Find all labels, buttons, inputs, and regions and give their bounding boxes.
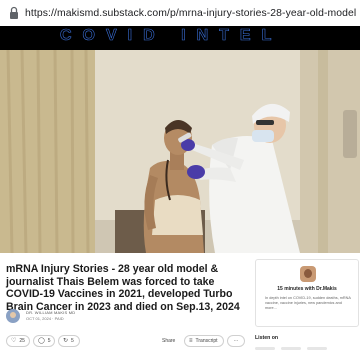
transcript-label: Transcript <box>195 338 218 344</box>
listen-platforms <box>255 346 357 351</box>
brand-banner: COVID INTEL <box>0 26 360 50</box>
podcast-description: In depth intel on COVID-19, sudden death… <box>265 296 351 311</box>
transcript-icon: ≡ <box>189 338 193 344</box>
video-frame <box>0 50 360 253</box>
comment-icon: ◯ <box>38 338 45 344</box>
post-content: mRNA Injury Stories - 28 year old model … <box>0 253 360 353</box>
video-player[interactable] <box>0 50 360 253</box>
podcast-card[interactable]: 15 minutes with Dr.Makis In depth intel … <box>255 259 359 327</box>
more-icon: ··· <box>233 338 239 344</box>
author-name[interactable]: DR. WILLIAM MAKIS MD <box>26 310 75 315</box>
post-title[interactable]: mRNA Injury Stories - 28 year old model … <box>6 263 244 314</box>
comment-button[interactable]: ◯ 5 <box>33 335 55 347</box>
restack-count: 5 <box>71 338 74 344</box>
author-row: DR. WILLIAM MAKIS MD OCT 01, 2024 · PAID <box>6 309 246 325</box>
listen-on-label: Listen on <box>255 335 279 341</box>
heart-icon: ♡ <box>11 338 17 344</box>
post-date: OCT 01, 2024 · PAID <box>26 316 64 321</box>
comment-count: 5 <box>47 338 51 344</box>
post-actions: ♡ 25 ◯ 5 ↻ 5 Share ≡ Transcript ··· <box>6 335 250 349</box>
url-text[interactable]: https://makismd.substack.com/p/mrna-inju… <box>25 8 356 19</box>
like-button[interactable]: ♡ 25 <box>6 335 30 347</box>
brand-logo-text: COVID INTEL <box>60 27 283 45</box>
more-button[interactable]: ··· <box>227 335 245 347</box>
lock-icon <box>9 6 19 20</box>
restack-button[interactable]: ↻ 5 <box>58 335 80 347</box>
podcast-cover-image <box>300 266 316 282</box>
like-count: 25 <box>19 338 25 344</box>
author-avatar[interactable] <box>6 309 20 323</box>
podcast-title[interactable]: 15 minutes with Dr.Makis <box>256 286 358 292</box>
restack-icon: ↻ <box>63 338 69 344</box>
share-label: Share <box>162 338 176 344</box>
address-bar[interactable]: https://makismd.substack.com/p/mrna-inju… <box>0 0 360 27</box>
transcript-button[interactable]: ≡ Transcript <box>184 335 224 347</box>
share-button[interactable]: Share <box>158 335 182 347</box>
